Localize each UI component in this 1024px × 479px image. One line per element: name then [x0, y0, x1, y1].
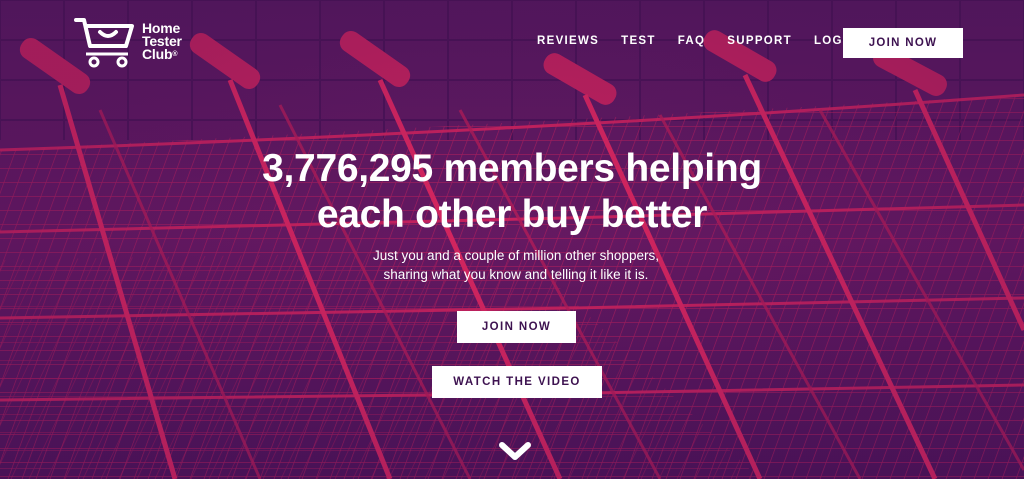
- logo-line-club: Club®: [142, 46, 182, 62]
- headline-line-2: each other buy better: [316, 193, 708, 236]
- logo-text: Home Tester Club®: [142, 21, 182, 62]
- hero-headline: 3,776,295 members helping each other buy…: [0, 146, 1024, 238]
- hero-join-now-button[interactable]: JOIN NOW: [457, 311, 576, 343]
- registered-mark: ®: [172, 51, 178, 58]
- headline-line-1: 3,776,295 members helping: [262, 147, 762, 190]
- main-nav: REVIEWS TEST FAQ SUPPORT LOGIN: [537, 35, 879, 47]
- nav-faq-link[interactable]: FAQ: [678, 35, 706, 47]
- nav-support-link[interactable]: SUPPORT: [727, 35, 792, 47]
- hero-subtitle: Just you and a couple of million other s…: [0, 246, 1024, 284]
- nav-reviews-link[interactable]: REVIEWS: [537, 35, 599, 47]
- subtitle-line-2: sharing what you know and telling it lik…: [383, 267, 649, 282]
- hero-section: Home Tester Club® REVIEWS TEST FAQ SUPPO…: [0, 0, 1024, 479]
- logo-line-club-text: Club: [142, 46, 173, 62]
- hero-overlay: [0, 0, 1024, 479]
- home-tester-club-logo[interactable]: Home Tester Club®: [74, 16, 204, 68]
- shopping-cart-icon: [74, 18, 134, 68]
- header-join-now-button[interactable]: JOIN NOW: [843, 28, 963, 58]
- nav-test-link[interactable]: TEST: [621, 35, 656, 47]
- chevron-down-icon[interactable]: [498, 441, 532, 463]
- subtitle-line-1: Just you and a couple of million other s…: [373, 248, 659, 263]
- watch-video-button[interactable]: WATCH THE VIDEO: [432, 366, 602, 398]
